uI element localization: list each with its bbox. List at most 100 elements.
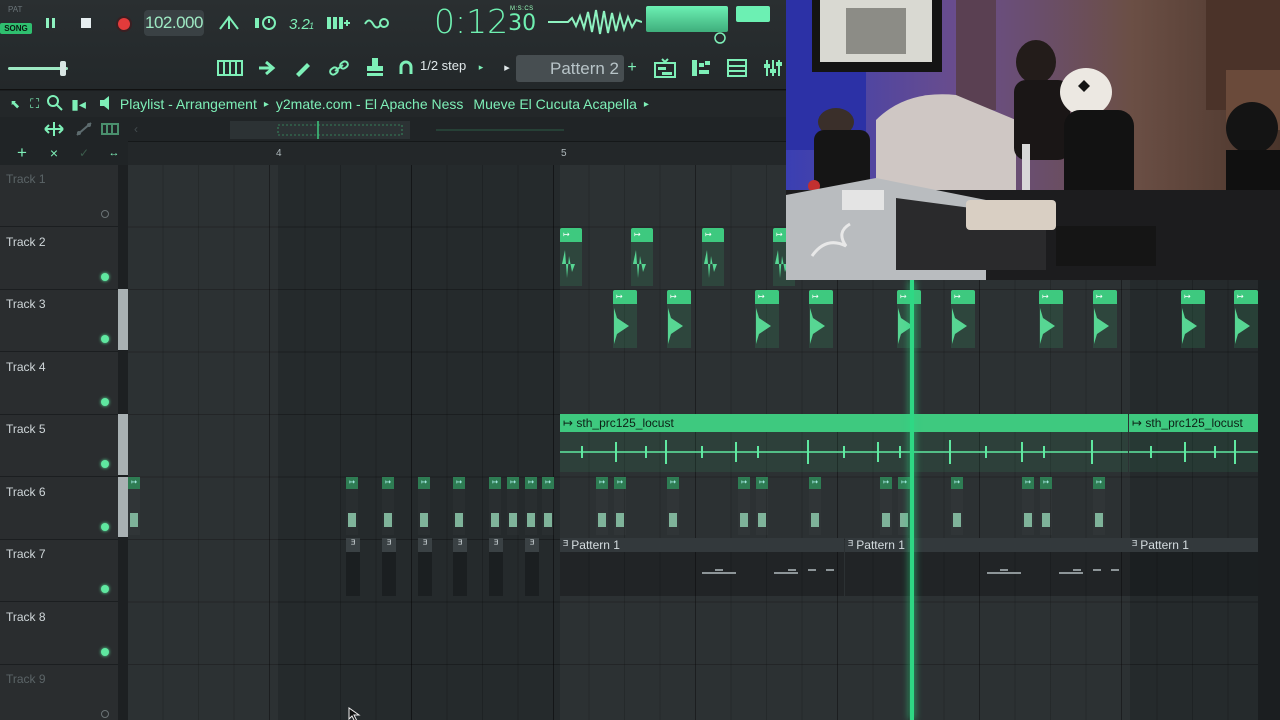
- speaker-icon[interactable]: [98, 95, 114, 114]
- pattern-clip-small[interactable]: ᴲ: [453, 538, 467, 596]
- track-grip[interactable]: [118, 477, 128, 537]
- audio-clip-small[interactable]: ↦: [951, 477, 963, 535]
- track-header[interactable]: Track 5: [0, 415, 118, 477]
- channel-rack-icon[interactable]: [688, 56, 714, 80]
- tempo-display[interactable]: 102.000: [144, 10, 204, 36]
- pattern-clip-small[interactable]: ᴲ: [418, 538, 432, 596]
- audio-clip-small[interactable]: ↦: [507, 477, 519, 535]
- audio-clip-small[interactable]: ↦: [542, 477, 554, 535]
- audio-clip[interactable]: ↦: [1039, 290, 1063, 348]
- audio-clip[interactable]: ↦: [560, 228, 582, 286]
- track-grip[interactable]: [118, 351, 128, 413]
- pattern-clip-small[interactable]: ᴲ: [346, 538, 360, 596]
- audio-clip[interactable]: ↦: [897, 290, 921, 348]
- audio-clip-small[interactable]: ↦: [525, 477, 537, 535]
- audio-clip-small[interactable]: ↦: [1093, 477, 1105, 535]
- options-arrow-icon[interactable]: ⬉: [10, 97, 20, 111]
- pattern-selector[interactable]: Pattern 2: [516, 55, 624, 82]
- audio-clip[interactable]: ↦: [631, 228, 653, 286]
- audio-clip-small[interactable]: ↦: [809, 477, 821, 535]
- audio-clip[interactable]: ↦: [667, 290, 691, 348]
- track-header[interactable]: Track 3: [0, 290, 118, 352]
- mute-led-icon[interactable]: [101, 272, 109, 281]
- track-grip[interactable]: [118, 165, 128, 289]
- move-tool-icon[interactable]: [42, 119, 66, 139]
- audio-clip[interactable]: ↦: [1181, 290, 1205, 348]
- track-grip[interactable]: [118, 414, 128, 475]
- pat-song-switch[interactable]: PAT SONG: [0, 4, 32, 34]
- pat-label[interactable]: PAT: [0, 4, 32, 15]
- pattern-clip[interactable]: ᴲ Pattern 1: [560, 538, 844, 596]
- track-header[interactable]: Track 7: [0, 540, 118, 602]
- delete-track-icon[interactable]: ×: [44, 143, 64, 163]
- pattern-clip-small[interactable]: ᴲ: [525, 538, 539, 596]
- track-header[interactable]: Track 9: [0, 665, 118, 720]
- audio-clip-small[interactable]: ↦: [1022, 477, 1034, 535]
- wait-for-input-icon[interactable]: [252, 12, 280, 34]
- audio-clip[interactable]: ↦: [613, 290, 637, 348]
- playlist-icon[interactable]: [652, 56, 678, 80]
- audio-clip-small[interactable]: ↦: [418, 477, 430, 535]
- metronome-icon[interactable]: [216, 12, 242, 34]
- track-header[interactable]: Track 6: [0, 478, 118, 540]
- draw-pencil-icon[interactable]: [290, 56, 316, 80]
- link-icon[interactable]: [326, 56, 352, 80]
- master-volume-knob[interactable]: [60, 61, 66, 76]
- add-pattern-icon[interactable]: +: [624, 58, 640, 78]
- mute-led-icon[interactable]: [101, 210, 109, 218]
- faders-icon[interactable]: [760, 56, 786, 80]
- audio-clip-small[interactable]: ↦: [756, 477, 768, 535]
- pause-icon[interactable]: [40, 12, 62, 34]
- mixer-icon[interactable]: [724, 56, 750, 80]
- mute-led-icon[interactable]: [101, 397, 109, 406]
- snap-step-label[interactable]: 1/2 step: [420, 58, 466, 73]
- pattern-clip[interactable]: ᴲ Pattern 1: [845, 538, 1129, 596]
- zoom-icon[interactable]: [47, 94, 63, 114]
- overview-minimap[interactable]: [230, 121, 410, 139]
- audio-clip-small[interactable]: ↦: [382, 477, 394, 535]
- audio-clip-small[interactable]: ↦: [898, 477, 910, 535]
- fullscreen-icon[interactable]: ⛶: [30, 96, 39, 112]
- mute-led-icon[interactable]: [101, 585, 109, 593]
- step-edit-icon[interactable]: [324, 12, 352, 34]
- loop-record-icon[interactable]: [362, 12, 390, 34]
- record-icon[interactable]: [112, 12, 136, 36]
- audio-clip-small[interactable]: ↦: [489, 477, 501, 535]
- track-header[interactable]: Track 4: [0, 353, 118, 415]
- piano-roll-icon[interactable]: [216, 56, 244, 80]
- add-track-icon[interactable]: +: [12, 143, 32, 163]
- mute-led-icon[interactable]: [101, 335, 109, 343]
- audio-snap-icon[interactable]: ▮◂: [71, 96, 86, 113]
- audio-clip-small[interactable]: ↦: [596, 477, 608, 535]
- song-label[interactable]: SONG: [0, 23, 32, 34]
- pattern-clip[interactable]: ᴲ Pattern 1: [1129, 538, 1258, 596]
- scroll-left-icon[interactable]: ‹: [128, 119, 144, 139]
- track-grip[interactable]: [118, 538, 128, 720]
- pattern-clip-small[interactable]: ᴲ: [382, 538, 396, 596]
- line-tool-icon[interactable]: [74, 119, 94, 139]
- audio-clip-long[interactable]: ↦ sth_prc125_locust: [1129, 414, 1258, 472]
- audio-clip[interactable]: ↦: [951, 290, 975, 348]
- stop-icon[interactable]: [75, 12, 97, 34]
- audio-clip-small[interactable]: ↦: [614, 477, 626, 535]
- stamp-icon[interactable]: [362, 54, 388, 80]
- audio-clip-small[interactable]: ↦: [453, 477, 465, 535]
- audio-clip[interactable]: ↦: [809, 290, 833, 348]
- group-icon[interactable]: [100, 119, 120, 139]
- audio-clip-small[interactable]: ↦: [880, 477, 892, 535]
- play-pattern-icon[interactable]: ▸: [500, 60, 514, 74]
- mute-led-icon[interactable]: [101, 710, 109, 718]
- resize-track-icon[interactable]: ↔: [104, 143, 124, 163]
- playhead[interactable]: [910, 280, 914, 720]
- check-icon[interactable]: ✓: [76, 143, 92, 163]
- track-header[interactable]: Track 2: [0, 228, 118, 290]
- audio-clip-small[interactable]: ↦: [128, 477, 140, 535]
- mute-led-icon[interactable]: [101, 522, 109, 531]
- mute-led-icon[interactable]: [101, 460, 109, 468]
- audio-clip-long[interactable]: ↦ sth_prc125_locust: [560, 414, 1128, 472]
- audio-clip[interactable]: ↦: [755, 290, 779, 348]
- audio-clip[interactable]: ↦: [702, 228, 724, 286]
- magnet-icon[interactable]: [396, 58, 416, 78]
- audio-clip[interactable]: ↦: [1234, 290, 1258, 348]
- audio-clip-small[interactable]: ↦: [1040, 477, 1052, 535]
